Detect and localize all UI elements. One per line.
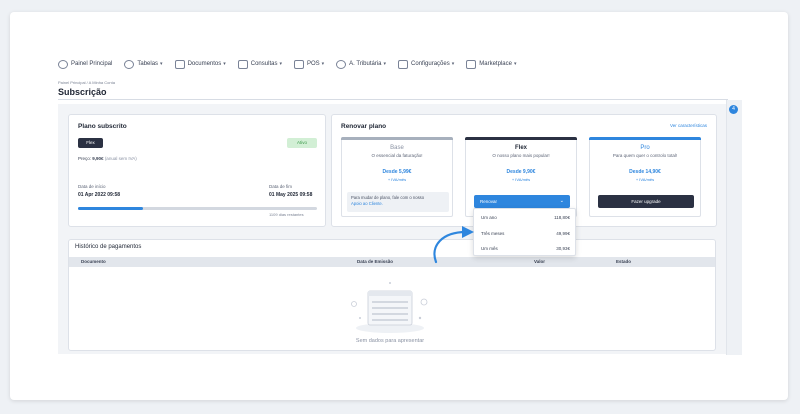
- callout-arrow-icon: [433, 226, 474, 264]
- notification-badge[interactable]: 4: [729, 105, 738, 114]
- days-remaining: 1109 dias restantes: [269, 212, 304, 217]
- page-title: Subscrição: [58, 87, 107, 97]
- nav-painel-principal[interactable]: Painel Principal: [58, 59, 112, 69]
- tier-vat: + IVA/mês: [387, 177, 407, 182]
- divider: [58, 99, 728, 100]
- tier-flex-card: Flex O nosso plano mais popular! Desde 9…: [465, 137, 577, 217]
- renew-options-dropdown: Um ano 118,80€ Três meses 49,99€ Um mês 30,…: [473, 208, 576, 256]
- panel-title: Renovar plano: [341, 123, 387, 130]
- tier-vat: + IVA/mês: [635, 177, 655, 182]
- table-header: Documento Data de Emissão Valor Estado: [69, 257, 715, 267]
- clock-icon: [58, 59, 68, 69]
- renew-button[interactable]: Renovar ⌄: [474, 195, 570, 208]
- empty-state-icon: [351, 282, 428, 333]
- nav-a-tributaria[interactable]: A. Tributária ▾: [336, 59, 387, 69]
- tier-description: O nosso plano mais popular!: [492, 153, 550, 158]
- tier-bar: [465, 137, 577, 140]
- tier-pro-card: Pro Para quem quer o controlo total! Des…: [589, 137, 701, 217]
- tier-name: Pro: [640, 145, 650, 151]
- breadcrumb[interactable]: Painel Principal / A Minha Conta: [58, 80, 115, 85]
- tier-base-card: Base O essencial da faturação! Desde 5,9…: [341, 137, 453, 217]
- subscribed-plan-panel: Plano subscrito Flex Ativo Preço: 9,90€ …: [68, 114, 326, 227]
- chevron-down-icon: ▾: [279, 61, 282, 67]
- nav-tabelas[interactable]: Tabelas ▾: [124, 59, 163, 69]
- column-header[interactable]: Data de Emissão: [357, 259, 393, 264]
- renew-option-one-month[interactable]: Um mês 30,93€: [481, 246, 570, 251]
- chevron-down-icon: ▾: [383, 61, 387, 67]
- empty-state-text: Sem dados para apresentar: [355, 338, 425, 344]
- end-date-value: 01 May 2025 09:58: [269, 192, 313, 198]
- tier-name: Base: [390, 145, 404, 151]
- chart-icon: [237, 59, 248, 69]
- column-header[interactable]: Valor: [534, 259, 545, 264]
- start-date-value: 01 Apr 2022 09:58: [78, 192, 121, 198]
- top-navigation: Painel Principal Tabelas ▾ Documentos ▾ Co…: [58, 56, 528, 72]
- users-icon: [124, 59, 135, 69]
- nav-documentos[interactable]: Documentos ▾: [174, 59, 226, 69]
- renew-option-three-months[interactable]: Três meses 49,99€: [481, 231, 570, 236]
- tier-bar: [589, 137, 701, 140]
- nav-consultas[interactable]: Consultas ▾: [237, 59, 282, 69]
- status-badge: Ativo: [287, 138, 317, 148]
- tier-price: Desde 14,90€: [629, 169, 661, 175]
- column-header[interactable]: Estado: [616, 259, 631, 264]
- tier-description: Para quem quer o controlo total!: [612, 153, 678, 158]
- features-link[interactable]: Ver características: [670, 123, 707, 128]
- grid-icon: [466, 59, 477, 69]
- panel-title: Plano subscrito: [78, 123, 127, 130]
- column-header[interactable]: Documento: [81, 259, 106, 264]
- tier-price: Desde 9,90€: [506, 169, 536, 175]
- subscription-progress: [78, 207, 317, 210]
- chevron-down-icon: ⌄: [559, 198, 564, 204]
- tier-bar: [341, 137, 453, 140]
- upgrade-button[interactable]: Fazer upgrade: [598, 195, 694, 208]
- document-icon: [174, 59, 185, 69]
- progress-fill: [78, 207, 143, 210]
- chevron-down-icon: ▾: [160, 61, 163, 67]
- chevron-down-icon: ▾: [451, 61, 455, 67]
- chevron-down-icon: ▾: [321, 61, 325, 67]
- nav-pos[interactable]: POS ▾: [293, 59, 325, 69]
- settings-icon: [398, 59, 409, 69]
- tier-description: O essencial da faturação!: [371, 153, 423, 158]
- end-date-label: Data de fim: [269, 184, 293, 189]
- chevron-down-icon: ▾: [223, 61, 226, 67]
- tax-icon: [336, 59, 347, 69]
- panel-title: Histórico de pagamentos: [75, 244, 142, 250]
- tier-name: Flex: [514, 145, 527, 151]
- right-sidebar: [726, 100, 742, 355]
- tier-price: Desde 5,99€: [382, 169, 412, 175]
- nav-configuracoes[interactable]: Configurações ▾: [398, 59, 455, 69]
- plan-name-badge: Flex: [78, 138, 103, 148]
- renew-option-one-year[interactable]: Um ano 118,80€: [481, 215, 570, 220]
- plan-price: Preço: 9,90€ (anual sem IVA): [78, 156, 137, 161]
- start-date-label: Data de início: [78, 184, 106, 189]
- chevron-down-icon: ▾: [513, 61, 517, 67]
- tier-vat: + IVA/mês: [511, 177, 531, 182]
- support-link[interactable]: Apoio ao Cliente.: [351, 201, 383, 206]
- pos-icon: [293, 59, 304, 69]
- change-plan-info: Para mudar de plano, fale com o nosso Ap…: [347, 192, 449, 212]
- nav-marketplace[interactable]: Marketplace ▾: [466, 59, 517, 69]
